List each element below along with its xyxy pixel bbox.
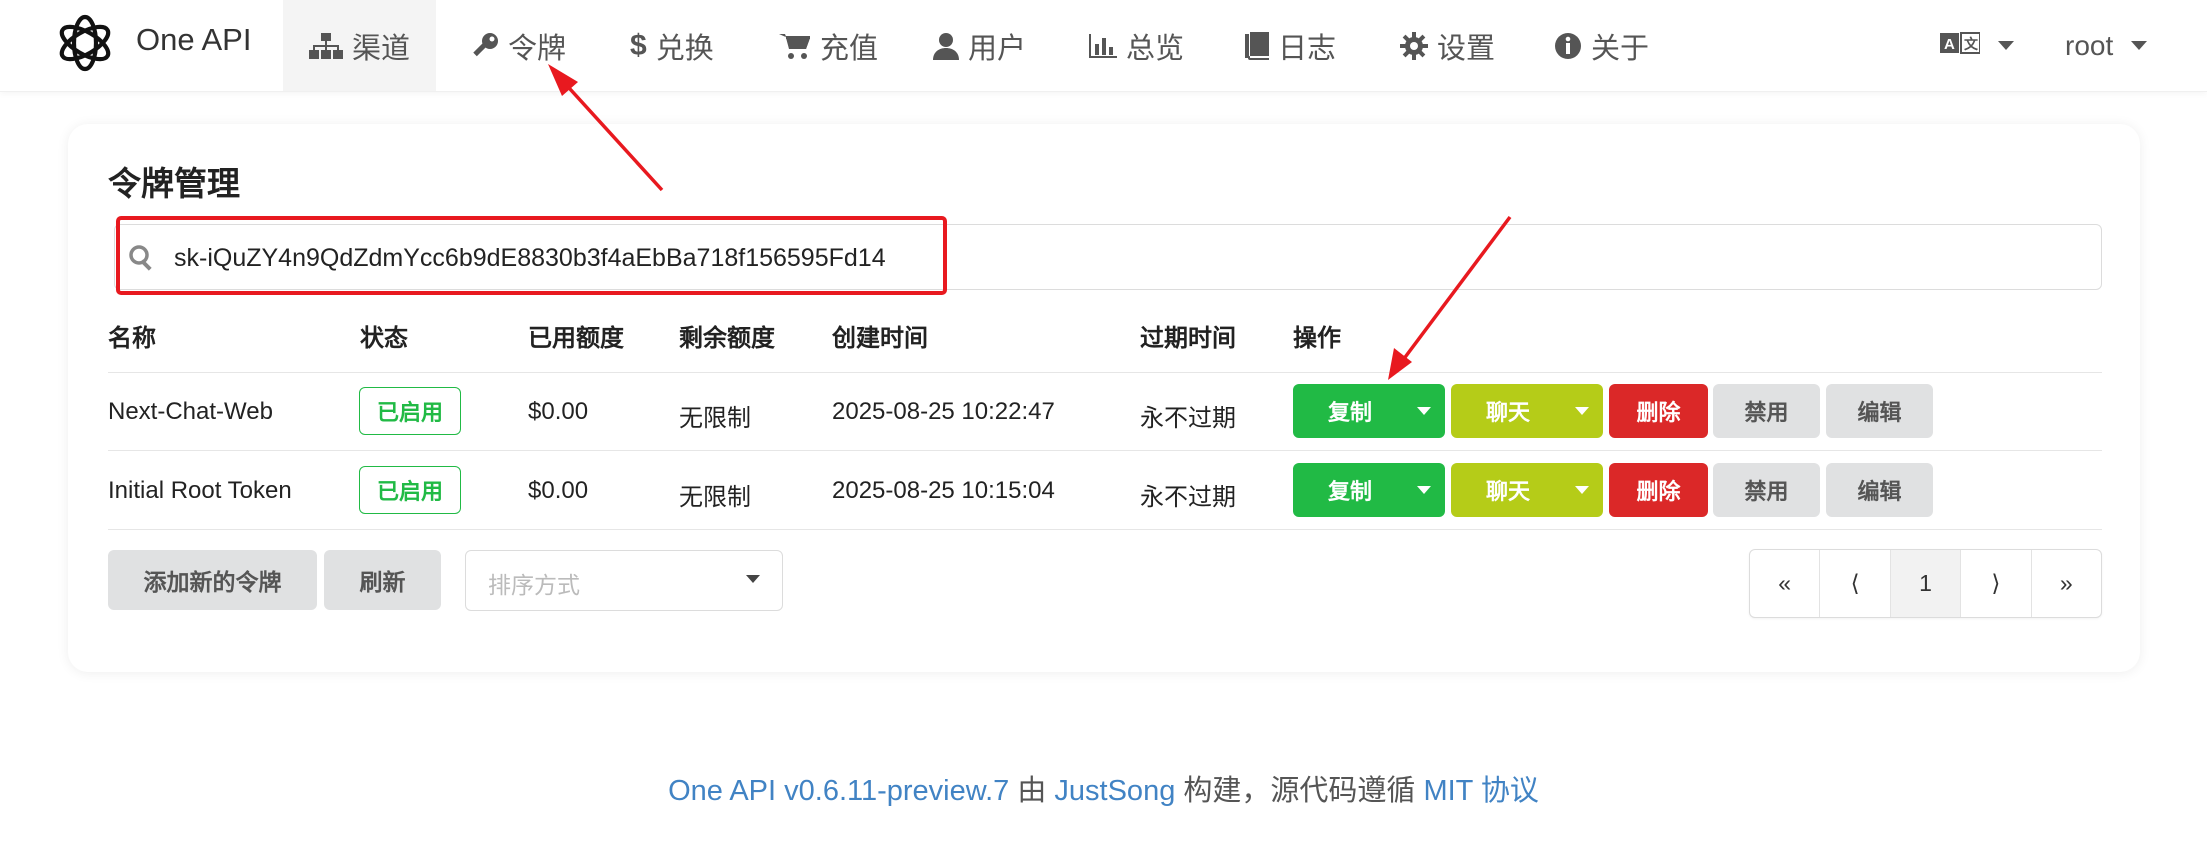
chat-label: 聊天 <box>1485 400 1530 425</box>
gear-icon <box>1400 31 1428 60</box>
copy-label: 复制 <box>1327 400 1372 425</box>
nav-label: 渠道 <box>352 32 411 65</box>
sort-placeholder: 排序方式 <box>488 572 580 598</box>
sitemap-icon <box>309 32 343 59</box>
copy-button[interactable]: 复制 <box>1293 463 1445 517</box>
chevron-down-icon[interactable] <box>1575 407 1589 415</box>
expire-time: 永不过期 <box>1140 484 1236 511</box>
prev-page-button[interactable]: ⟨ <box>1820 550 1891 617</box>
col-header-actions: 操作 <box>1293 325 1341 352</box>
version-link[interactable]: One API v0.6.11-preview.7 <box>668 775 1009 807</box>
created-time: 2025-08-25 10:15:04 <box>832 477 1055 504</box>
edit-button[interactable]: 编辑 <box>1826 463 1933 517</box>
footer-text-by: 由 <box>1009 775 1055 807</box>
svg-text:文: 文 <box>1964 36 1979 53</box>
footer: One API v0.6.11-preview.7 由 JustSong 构建，… <box>0 767 2207 809</box>
divider <box>108 372 2102 373</box>
translate-icon: A文 <box>1940 30 1981 62</box>
nav-redeem[interactable]: $ 兑换 <box>604 0 740 91</box>
copy-button[interactable]: 复制 <box>1293 384 1445 438</box>
disable-button[interactable]: 禁用 <box>1713 384 1820 438</box>
nav-channels[interactable]: 渠道 <box>283 0 437 91</box>
nav-label: 兑换 <box>655 32 714 65</box>
bar-chart-icon <box>1089 33 1117 58</box>
username: root <box>2065 29 2114 61</box>
nav-label: 总览 <box>1126 32 1185 65</box>
nav-settings[interactable]: 设置 <box>1374 0 1521 91</box>
col-header-used[interactable]: 已用额度 <box>528 318 624 353</box>
chevron-down-icon[interactable] <box>1417 407 1431 415</box>
page-title: 令牌管理 <box>108 165 240 202</box>
nav-label: 关于 <box>1591 32 1650 65</box>
key-icon <box>471 32 499 60</box>
nav-dashboard[interactable]: 总览 <box>1063 0 1210 91</box>
pagination: « ⟨ 1 ⟩ » <box>1749 549 2102 618</box>
nav-label: 设置 <box>1437 32 1496 65</box>
nav-tokens[interactable]: 令牌 <box>445 0 592 91</box>
status-badge: 已启用 <box>359 466 461 514</box>
license-link[interactable]: MIT 协议 <box>1423 775 1538 807</box>
token-name: Next-Chat-Web <box>108 398 273 425</box>
divider <box>108 450 2102 451</box>
footer-text-built: 构建，源代码遵循 <box>1175 775 1424 807</box>
col-header-status[interactable]: 状态 <box>360 318 408 353</box>
token-name: Initial Root Token <box>108 477 292 504</box>
chevron-down-icon <box>2131 41 2148 50</box>
last-page-button[interactable]: » <box>2032 550 2101 617</box>
chevron-down-icon <box>1998 41 2014 50</box>
chat-label: 聊天 <box>1485 479 1530 504</box>
divider <box>108 529 2102 530</box>
book-icon <box>1245 31 1269 60</box>
nav-logs[interactable]: 日志 <box>1219 0 1362 91</box>
edit-button[interactable]: 编辑 <box>1826 384 1933 438</box>
language-dropdown[interactable]: A文 <box>1940 0 2014 91</box>
remain-quota: 无限制 <box>679 405 751 432</box>
refresh-button[interactable]: 刷新 <box>324 550 441 610</box>
svg-text:A: A <box>1944 36 1955 53</box>
col-header-expire[interactable]: 过期时间 <box>1140 318 1236 353</box>
chat-button[interactable]: 聊天 <box>1451 384 1603 438</box>
page-1-button[interactable]: 1 <box>1890 550 1962 617</box>
user-icon <box>933 32 959 60</box>
disable-button[interactable]: 禁用 <box>1713 463 1820 517</box>
nav-about[interactable]: 关于 <box>1528 0 1675 91</box>
top-navbar: One API 渠道 令牌 $ 兑换 充值 用户 总览 日志 设置 关于 A 文… <box>0 0 2207 92</box>
remain-quota: 无限制 <box>679 484 751 511</box>
col-header-name[interactable]: 名称 <box>108 318 156 353</box>
dollar-icon: $ <box>630 28 647 62</box>
chevron-down-icon[interactable] <box>1417 486 1431 494</box>
author-link[interactable]: JustSong <box>1054 775 1175 807</box>
col-header-remain[interactable]: 剩余额度 <box>679 318 775 353</box>
used-quota: $0.00 <box>528 477 589 504</box>
col-header-created[interactable]: 创建时间 <box>832 318 928 353</box>
nav-label: 令牌 <box>508 32 567 65</box>
nav-users[interactable]: 用户 <box>907 0 1052 91</box>
delete-button[interactable]: 删除 <box>1609 463 1708 517</box>
used-quota: $0.00 <box>528 398 589 425</box>
nav-label: 充值 <box>820 32 879 65</box>
openai-logo-icon[interactable] <box>52 10 118 76</box>
brand-name[interactable]: One API <box>136 22 251 58</box>
first-page-button[interactable]: « <box>1750 550 1821 617</box>
info-icon <box>1554 32 1582 60</box>
chevron-down-icon[interactable] <box>1575 486 1589 494</box>
user-dropdown[interactable]: root <box>2065 0 2148 91</box>
add-token-button[interactable]: 添加新的令牌 <box>108 550 317 610</box>
delete-button[interactable]: 删除 <box>1609 384 1708 438</box>
nav-topup[interactable]: 充值 <box>753 0 904 91</box>
cart-icon <box>779 32 811 60</box>
copy-label: 复制 <box>1327 479 1372 504</box>
chevron-down-icon <box>746 575 760 583</box>
annotation-highlight-box <box>116 216 947 295</box>
chat-button[interactable]: 聊天 <box>1451 463 1603 517</box>
status-badge: 已启用 <box>359 387 461 435</box>
expire-time: 永不过期 <box>1140 405 1236 432</box>
next-page-button[interactable]: ⟩ <box>1961 550 2032 617</box>
nav-label: 日志 <box>1278 32 1337 65</box>
created-time: 2025-08-25 10:22:47 <box>832 398 1055 425</box>
nav-label: 用户 <box>968 32 1027 65</box>
